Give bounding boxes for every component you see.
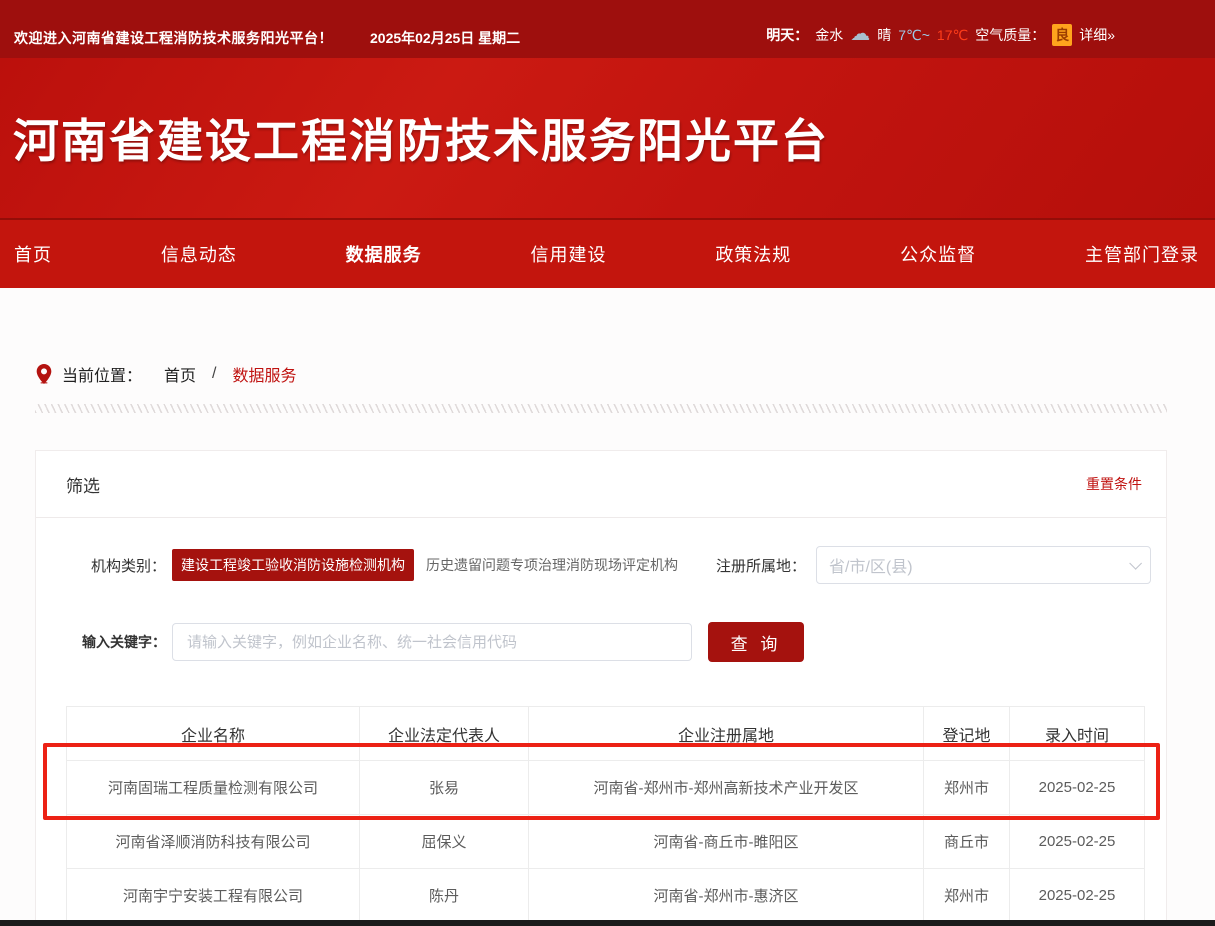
main-nav: 首页 信息动态 数据服务 信用建设 政策法规 公众监督 主管部门登录 [0, 218, 1215, 288]
nav-item-home[interactable]: 首页 [14, 241, 52, 267]
cell-registry-city: 郑州市 [924, 761, 1010, 815]
top-info-bar: 欢迎进入河南省建设工程消防技术服务阳光平台！ 2025年02月25日 星期二 明… [0, 0, 1215, 58]
air-quality-badge: 良 [1052, 24, 1072, 46]
cell-entry-date: 2025-02-25 [1010, 761, 1145, 815]
current-date: 2025年02月25日 星期二 [370, 28, 520, 48]
chevron-down-icon [1129, 557, 1142, 570]
cell-registered-region: 河南省-郑州市-郑州高新技术产业开发区 [529, 761, 924, 815]
filter-panel: 筛选 重置条件 机构类别： 建设工程竣工验收消防设施检测机构 历史遗留问题专项治… [35, 450, 1167, 926]
breadcrumb-separator: / [212, 365, 216, 383]
cell-registry-city: 郑州市 [924, 869, 1010, 923]
table-row[interactable]: 河南固瑞工程质量检测有限公司 张易 河南省-郑州市-郑州高新技术产业开发区 郑州… [67, 761, 1145, 815]
filter-panel-header: 筛选 重置条件 [36, 451, 1166, 518]
nav-item-policy[interactable]: 政策法规 [715, 241, 791, 267]
cell-registered-region: 河南省-郑州市-惠济区 [529, 869, 924, 923]
breadcrumb: 当前位置： 首页 / 数据服务 [36, 362, 297, 386]
header-legal-rep: 企业法定代表人 [360, 707, 529, 761]
site-title: 河南省建设工程消防技术服务阳光平台 [13, 105, 829, 171]
footer-top-edge [0, 920, 1215, 926]
cell-company-name: 河南固瑞工程质量检测有限公司 [67, 761, 360, 815]
breadcrumb-current[interactable]: 数据服务 [232, 362, 296, 386]
nav-item-admin-login[interactable]: 主管部门登录 [1085, 241, 1199, 267]
table-row[interactable]: 河南宇宁安装工程有限公司 陈丹 河南省-郑州市-惠济区 郑州市 2025-02-… [67, 869, 1145, 923]
nav-item-news[interactable]: 信息动态 [161, 241, 237, 267]
keyword-filter-row: 输入关键字： 查 询 [36, 623, 1168, 661]
nav-item-data-service[interactable]: 数据服务 [346, 241, 422, 267]
page: 欢迎进入河南省建设工程消防技术服务阳光平台！ 2025年02月25日 星期二 明… [0, 0, 1215, 926]
header-registered-region: 企业注册属地 [529, 707, 924, 761]
header-entry-date: 录入时间 [1010, 707, 1145, 761]
keyword-input[interactable] [172, 623, 692, 661]
table-header-row: 企业名称 企业法定代表人 企业注册属地 登记地 录入时间 [67, 707, 1145, 761]
air-quality-label: 空气质量： [975, 25, 1045, 45]
region-select[interactable]: 省/市/区(县) [816, 546, 1151, 584]
cell-legal-rep: 陈丹 [360, 869, 529, 923]
results-table: 企业名称 企业法定代表人 企业注册属地 登记地 录入时间 河南固瑞工程质量检测有… [66, 706, 1145, 923]
filter-title: 筛选 [66, 472, 100, 497]
temp-low: 7℃~ [898, 27, 930, 44]
cell-entry-date: 2025-02-25 [1010, 815, 1145, 869]
cell-registry-city: 商丘市 [924, 815, 1010, 869]
cell-legal-rep: 张易 [360, 761, 529, 815]
location-pin-icon [36, 363, 52, 385]
cloud-icon: ☁ [850, 24, 870, 44]
slash-divider [35, 404, 1167, 413]
region-filter-group: 注册所属地： 省/市/区(县) [716, 547, 1151, 583]
search-button[interactable]: 查 询 [708, 622, 804, 662]
category-filter-row: 机构类别： 建设工程竣工验收消防设施检测机构 历史遗留问题专项治理消防现场评定机… [36, 547, 1168, 583]
weather-detail-link[interactable]: 详细» [1079, 25, 1115, 45]
site-banner: 河南省建设工程消防技术服务阳光平台 [0, 58, 1215, 218]
nav-item-credit[interactable]: 信用建设 [530, 241, 606, 267]
nav-item-supervision[interactable]: 公众监督 [900, 241, 976, 267]
welcome-text: 欢迎进入河南省建设工程消防技术服务阳光平台！ [14, 28, 333, 48]
keyword-label: 输入关键字： [36, 632, 166, 652]
breadcrumb-label: 当前位置： [62, 362, 142, 386]
region-label: 注册所属地： [716, 555, 806, 576]
cell-registered-region: 河南省-商丘市-睢阳区 [529, 815, 924, 869]
cell-legal-rep: 屈保义 [360, 815, 529, 869]
reset-filters-link[interactable]: 重置条件 [1086, 474, 1142, 494]
region-select-placeholder: 省/市/区(县) [829, 553, 913, 577]
category-label: 机构类别： [36, 555, 166, 576]
breadcrumb-home[interactable]: 首页 [164, 362, 196, 386]
weather-condition: 晴 [877, 25, 891, 45]
table-row[interactable]: 河南省泽顺消防科技有限公司 屈保义 河南省-商丘市-睢阳区 商丘市 2025-0… [67, 815, 1145, 869]
weather-district: 金水 [815, 25, 843, 45]
cell-entry-date: 2025-02-25 [1010, 869, 1145, 923]
cell-company-name: 河南宇宁安装工程有限公司 [67, 869, 360, 923]
cell-company-name: 河南省泽顺消防科技有限公司 [67, 815, 360, 869]
header-registry-city: 登记地 [924, 707, 1010, 761]
results-table-wrap: 企业名称 企业法定代表人 企业注册属地 登记地 录入时间 河南固瑞工程质量检测有… [66, 706, 1144, 923]
category-option-selected[interactable]: 建设工程竣工验收消防设施检测机构 [172, 549, 414, 581]
category-option-unselected[interactable]: 历史遗留问题专项治理消防现场评定机构 [420, 549, 687, 581]
header-company-name: 企业名称 [67, 707, 360, 761]
weather-widget: 明天： 金水 ☁ 晴 7℃~ 17℃ 空气质量： 良 详细» [766, 24, 1115, 46]
tomorrow-label: 明天： [766, 25, 808, 45]
temp-high: 17℃ [937, 27, 968, 44]
